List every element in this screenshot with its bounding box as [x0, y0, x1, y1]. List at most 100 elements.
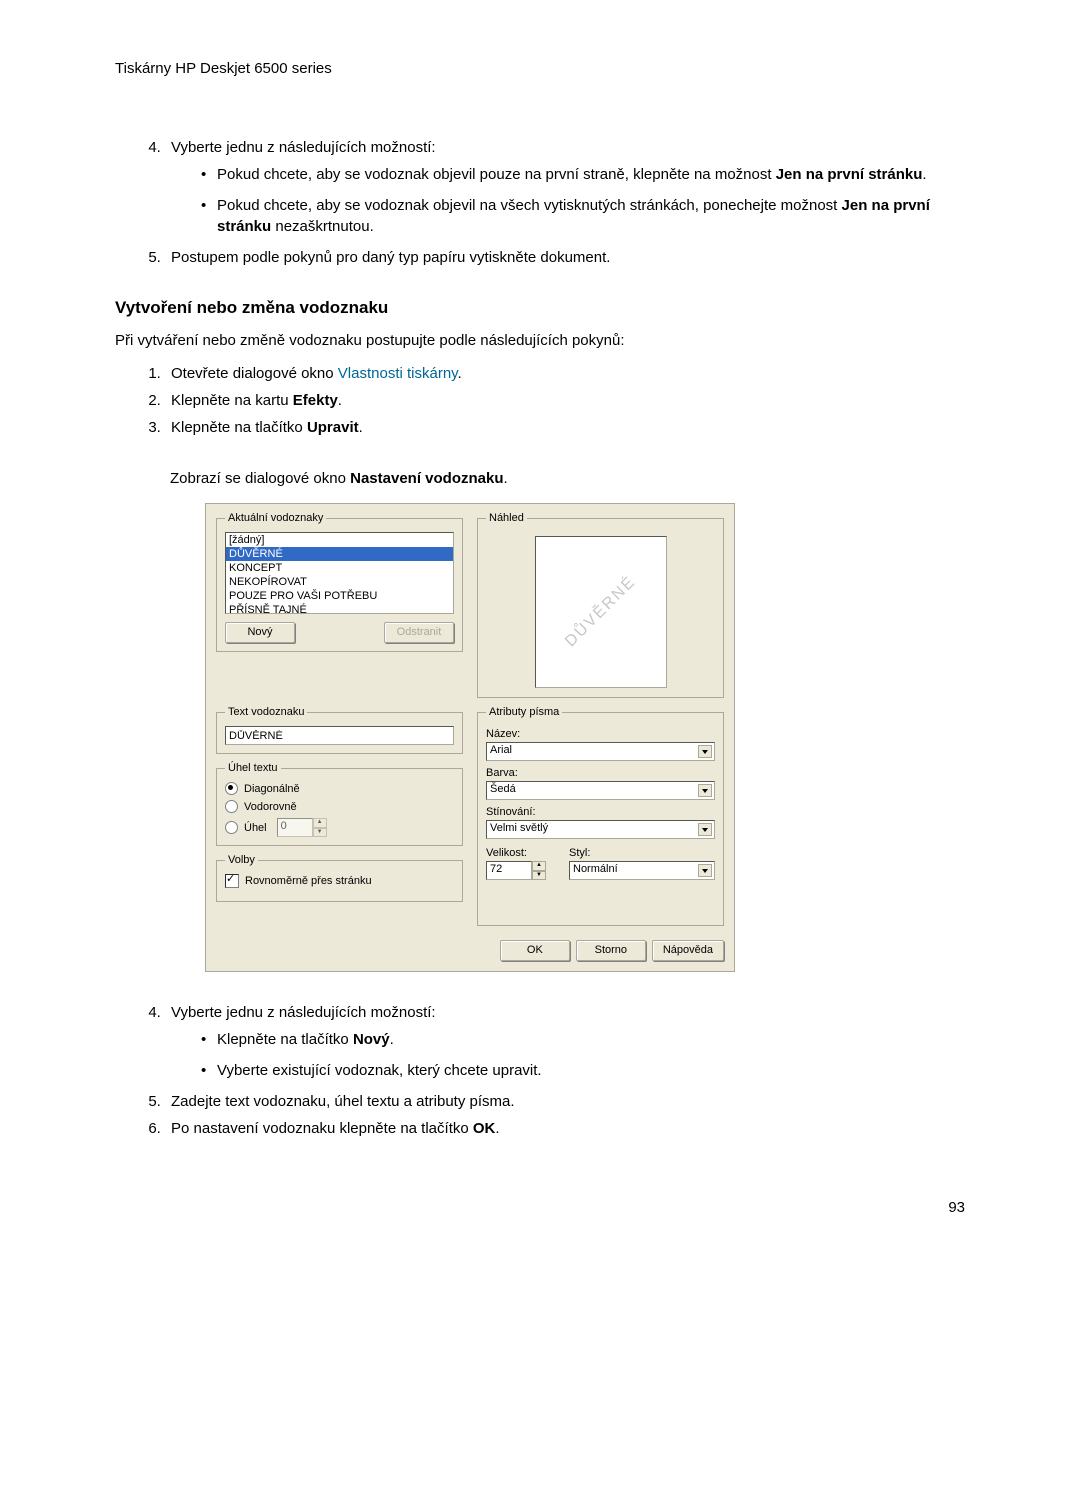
list-item: Klepněte na tlačítko Upravit.: [165, 417, 965, 438]
list-item: Pokud chcete, aby se vodoznak objevil na…: [201, 195, 965, 237]
text: .: [338, 392, 342, 409]
font-size-spinner[interactable]: 72 ▲ ▼: [486, 861, 546, 880]
list-item: Vyberte jednu z následujících možností: …: [165, 1002, 965, 1081]
options-group: Volby Rovnoměrně přes stránku: [216, 854, 463, 902]
ok-button[interactable]: OK: [500, 940, 570, 961]
radio-label: Vodorovně: [244, 801, 297, 813]
even-across-page-checkbox[interactable]: Rovnoměrně přes stránku: [225, 874, 454, 888]
radio-label: Úhel: [244, 822, 267, 834]
text: Otevřete dialogové okno: [171, 365, 338, 382]
printer-properties-link[interactable]: Vlastnosti tiskárny: [338, 365, 458, 382]
group-legend: Text vodoznaku: [225, 706, 307, 718]
radio-horizontal[interactable]: Vodorovně: [225, 800, 454, 813]
text: .: [495, 1120, 499, 1137]
group-legend: Volby: [225, 854, 258, 866]
radio-label: Diagonálně: [244, 783, 300, 795]
group-legend: Atributy písma: [486, 706, 562, 718]
text: Pokud chcete, aby se vodoznak objevil po…: [217, 166, 776, 183]
text-angle-group: Úhel textu Diagonálně Vodorovně Úhel: [216, 762, 463, 846]
text: Vyberte existující vodoznak, který chcet…: [217, 1062, 542, 1079]
font-attributes-group: Atributy písma Název: Arial Barva: Šedá …: [477, 706, 724, 926]
instruction-list-1: Vyberte jednu z následujících možností: …: [115, 137, 965, 268]
intro-paragraph: Při vytváření nebo změně vodoznaku postu…: [115, 330, 965, 351]
text: Zadejte text vodoznaku, úhel textu a atr…: [171, 1093, 515, 1110]
checkbox-label: Rovnoměrně přes stránku: [245, 875, 372, 887]
bold-text: Efekty: [293, 392, 338, 409]
watermark-settings-dialog: Aktuální vodoznaky [žádný] DŮVĚRNÉ KONCE…: [205, 503, 735, 972]
radio-icon: [225, 800, 238, 813]
text: Postupem podle pokynů pro daný typ papír…: [171, 249, 610, 266]
text: Klepněte na tlačítko: [171, 419, 307, 436]
font-name-label: Název:: [486, 728, 715, 740]
bold-text: OK: [473, 1120, 496, 1137]
list-item-koncept[interactable]: KONCEPT: [226, 561, 453, 575]
section-heading: Vytvoření nebo změna vodoznaku: [115, 298, 965, 318]
sub-paragraph: Zobrazí se dialogové okno Nastavení vodo…: [170, 468, 965, 489]
radio-icon: [225, 821, 238, 834]
spinner-down-icon[interactable]: ▼: [313, 828, 327, 838]
list-item: Po nastavení vodoznaku klepněte na tlačí…: [165, 1118, 965, 1139]
list-item: Klepněte na tlačítko Nový.: [201, 1029, 965, 1050]
instruction-list-3: Vyberte jednu z následujících možností: …: [115, 1002, 965, 1139]
checkbox-icon: [225, 874, 239, 888]
watermark-listbox[interactable]: [žádný] DŮVĚRNÉ KONCEPT NEKOPÍROVAT POUZ…: [225, 532, 454, 614]
text: .: [359, 419, 363, 436]
font-color-select[interactable]: Šedá: [486, 781, 715, 800]
current-watermarks-group: Aktuální vodoznaky [žádný] DŮVĚRNÉ KONCE…: [216, 512, 463, 652]
text: Po nastavení vodoznaku klepněte na tlačí…: [171, 1120, 473, 1137]
radio-custom-angle[interactable]: Úhel: [225, 821, 267, 834]
bold-text: Nový: [353, 1031, 390, 1048]
text: Pokud chcete, aby se vodoznak objevil na…: [217, 197, 842, 214]
group-legend: Aktuální vodoznaky: [225, 512, 326, 524]
list-item-prisne[interactable]: PŘÍSNĚ TAJNÉ: [226, 603, 453, 614]
radio-icon: [225, 782, 238, 795]
font-style-select[interactable]: Normální: [569, 861, 715, 880]
watermark-text-group: Text vodoznaku: [216, 706, 463, 754]
bullet-list: Pokud chcete, aby se vodoznak objevil po…: [171, 164, 965, 237]
bold-text: Upravit: [307, 419, 359, 436]
new-button[interactable]: Nový: [225, 622, 295, 643]
font-shade-select[interactable]: Velmi světlý: [486, 820, 715, 839]
angle-spinner[interactable]: 0 ▲ ▼: [277, 818, 327, 837]
preview-watermark-text: DŮVĚRNÉ: [562, 573, 640, 651]
list-item-duverne[interactable]: DŮVĚRNÉ: [226, 547, 453, 561]
text: .: [390, 1031, 394, 1048]
font-color-label: Barva:: [486, 767, 715, 779]
preview-group: Náhled DŮVĚRNÉ: [477, 512, 724, 698]
list-item: Pokud chcete, aby se vodoznak objevil po…: [201, 164, 965, 185]
font-size-input[interactable]: 72: [486, 861, 532, 880]
cancel-button[interactable]: Storno: [576, 940, 646, 961]
radio-diagonal[interactable]: Diagonálně: [225, 782, 454, 795]
preview-box: DŮVĚRNÉ: [535, 536, 667, 688]
text: Vyberte jednu z následujících možností:: [171, 1004, 436, 1021]
group-legend: Úhel textu: [225, 762, 281, 774]
help-button[interactable]: Nápověda: [652, 940, 724, 961]
page-number: 93: [115, 1199, 965, 1216]
list-item: Vyberte existující vodoznak, který chcet…: [201, 1060, 965, 1081]
bold-text: Nastavení vodoznaku: [350, 470, 503, 487]
angle-input[interactable]: 0: [277, 818, 313, 837]
instruction-list-2: Otevřete dialogové okno Vlastnosti tiská…: [115, 363, 965, 438]
watermark-text-input[interactable]: [225, 726, 454, 745]
list-item: Vyberte jednu z následujících možností: …: [165, 137, 965, 237]
bold-text: Jen na první stránku: [776, 166, 923, 183]
text: .: [504, 470, 508, 487]
font-name-select[interactable]: Arial: [486, 742, 715, 761]
list-item-pouze[interactable]: POUZE PRO VAŠI POTŘEBU: [226, 589, 453, 603]
list-item: Otevřete dialogové okno Vlastnosti tiská…: [165, 363, 965, 384]
group-legend: Náhled: [486, 512, 527, 524]
list-item-none[interactable]: [žádný]: [226, 533, 453, 547]
font-size-label: Velikost:: [486, 847, 559, 859]
list-item: Klepněte na kartu Efekty.: [165, 390, 965, 411]
text: .: [922, 166, 926, 183]
spinner-down-icon[interactable]: ▼: [532, 871, 546, 881]
document-header: Tiskárny HP Deskjet 6500 series: [115, 60, 965, 77]
list-item-nekopirovat[interactable]: NEKOPÍROVAT: [226, 575, 453, 589]
delete-button[interactable]: Odstranit: [384, 622, 454, 643]
spinner-up-icon[interactable]: ▲: [532, 861, 546, 871]
dialog-footer: OK Storno Nápověda: [216, 940, 724, 961]
list-item: Postupem podle pokynů pro daný typ papír…: [165, 247, 965, 268]
text: Klepněte na tlačítko: [217, 1031, 353, 1048]
text: Vyberte jednu z následujících možností:: [171, 139, 436, 156]
spinner-up-icon[interactable]: ▲: [313, 818, 327, 828]
